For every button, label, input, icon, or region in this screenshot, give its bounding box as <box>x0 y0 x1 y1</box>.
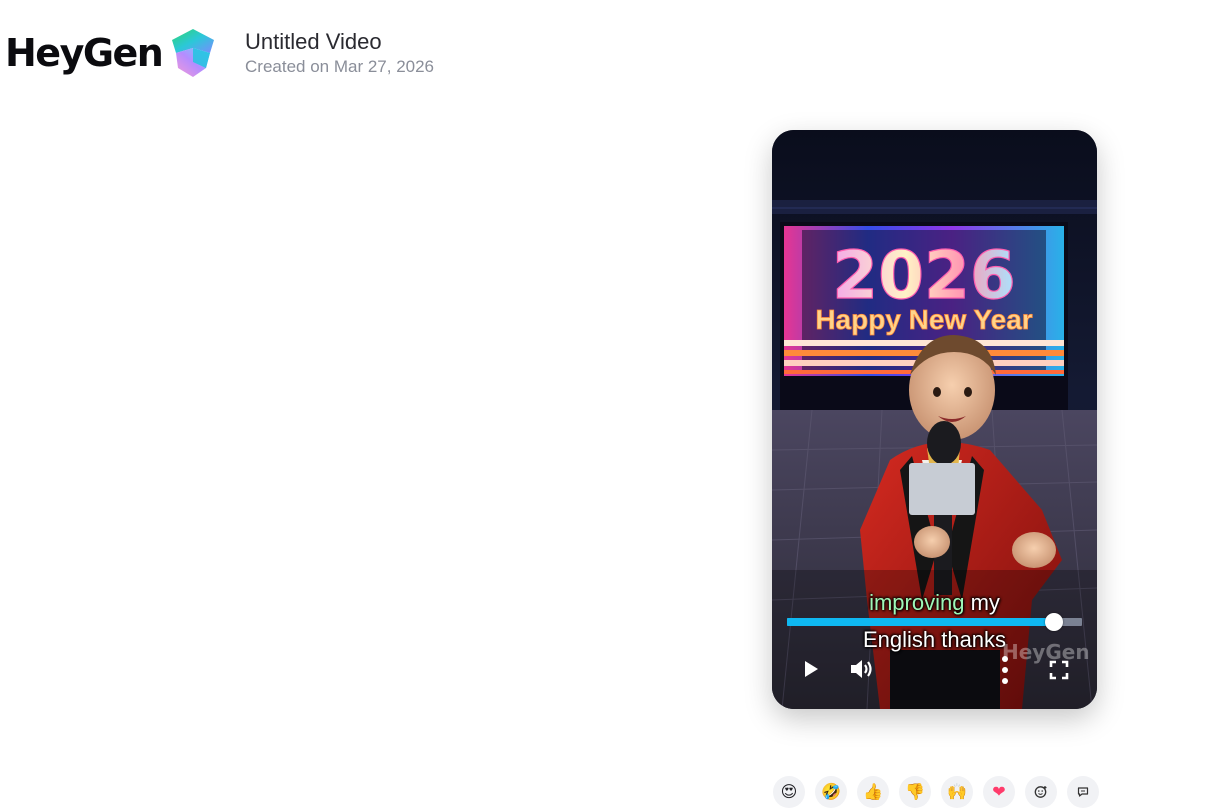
reaction-heart-eyes[interactable]: 😍 <box>773 776 805 808</box>
play-button[interactable] <box>799 657 823 681</box>
subtitle-rest: my <box>964 590 1000 615</box>
heygen-logo[interactable]: HeyGen <box>5 26 220 80</box>
volume-button[interactable] <box>848 656 876 682</box>
reaction-thumbs-up[interactable]: 👍 <box>857 776 889 808</box>
play-icon <box>805 661 818 677</box>
thumbs-up-emoji: 👍 <box>863 782 883 801</box>
reaction-bar: 😍 🤣 👍 👎 🙌 ❤ <box>773 776 1099 808</box>
subtitle-highlight-word: improving <box>869 590 965 615</box>
progress-bar[interactable] <box>787 613 1082 631</box>
reaction-rofl[interactable]: 🤣 <box>815 776 847 808</box>
heart-eyes-emoji: 😍 <box>780 782 798 801</box>
add-reaction-button[interactable] <box>1025 776 1057 808</box>
thumbs-down-emoji: 👎 <box>905 782 925 801</box>
more-options-button[interactable] <box>997 654 1013 686</box>
subtitle-line-1: improving my <box>772 590 1097 616</box>
volume-icon <box>851 660 872 678</box>
logo-mark-icon <box>172 29 215 77</box>
rofl-emoji: 🤣 <box>821 782 841 801</box>
comment-button[interactable] <box>1067 776 1099 808</box>
add-reaction-icon <box>1034 786 1047 798</box>
logo-wordmark: HeyGen <box>5 31 164 75</box>
heart-emoji: ❤ <box>992 782 1006 801</box>
video-title[interactable]: Untitled Video <box>245 29 434 55</box>
raising-hands-emoji: 🙌 <box>947 782 967 801</box>
reaction-thumbs-down[interactable]: 👎 <box>899 776 931 808</box>
comment-icon <box>1077 787 1089 797</box>
video-title-block: Untitled Video Created on Mar 27, 2026 <box>245 29 434 78</box>
fullscreen-icon <box>1049 660 1069 680</box>
video-player[interactable]: 2026 Happy New Year improving my English… <box>772 130 1097 709</box>
reaction-heart[interactable]: ❤ <box>983 776 1015 808</box>
scene-banner-text: Happy New Year <box>815 304 1032 335</box>
created-date: Created on Mar 27, 2026 <box>245 57 435 76</box>
fullscreen-button[interactable] <box>1048 659 1070 681</box>
progress-fill <box>787 618 1054 626</box>
more-vertical-icon <box>1002 656 1008 684</box>
reaction-raising-hands[interactable]: 🙌 <box>941 776 973 808</box>
scene-year-text: 2026 <box>832 237 1016 314</box>
page-header: HeyGen Untitled Video Created on Mar 27,… <box>0 0 1215 100</box>
